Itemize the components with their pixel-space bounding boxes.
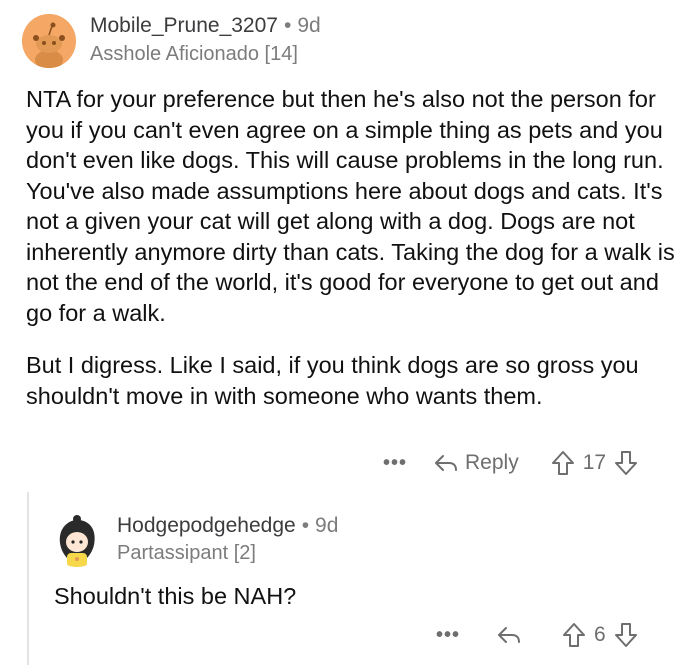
- comment-username[interactable]: Mobile_Prune_3207: [90, 14, 278, 37]
- thread-line[interactable]: [27, 492, 29, 665]
- comment-body: NTA for your preference but then he's al…: [26, 84, 681, 433]
- reply-user-avatar[interactable]: [50, 513, 104, 567]
- reply-user-flair: Partassipant [2]: [117, 542, 256, 564]
- user-flair: Asshole Aficionado [14]: [90, 43, 298, 65]
- upvote-arrow-icon[interactable]: [551, 450, 575, 476]
- reply-action-bar: ••• 6: [436, 620, 638, 650]
- reply-age: 9d: [315, 514, 339, 537]
- vote-count: 6: [594, 623, 606, 646]
- more-options-button[interactable]: •••: [383, 452, 407, 475]
- separator-dot: •: [283, 14, 292, 37]
- reply-label: Reply: [465, 451, 519, 474]
- reply-username[interactable]: Hodgepodgehedge: [117, 514, 296, 537]
- comment-action-bar: ••• Reply 17: [383, 448, 638, 478]
- comment-header: Mobile_Prune_3207 • 9d: [90, 14, 321, 38]
- reply-arrow-icon: [433, 453, 459, 473]
- more-options-button[interactable]: •••: [436, 624, 460, 647]
- reply-header: Hodgepodgehedge • 9d: [117, 514, 338, 538]
- downvote-arrow-icon[interactable]: [614, 622, 638, 648]
- upvote-arrow-icon[interactable]: [562, 622, 586, 648]
- vote-count: 17: [582, 451, 607, 474]
- user-avatar[interactable]: [22, 14, 76, 68]
- reply-body: Shouldn't this be NAH?: [54, 583, 297, 609]
- vote-controls: 17: [551, 450, 638, 476]
- reply-arrow-icon[interactable]: [496, 625, 522, 645]
- vote-controls: 6: [562, 622, 638, 648]
- comment-age: 9d: [297, 14, 321, 37]
- snoo-avatar-icon: [22, 14, 76, 68]
- comment-paragraph: NTA for your preference but then he's al…: [26, 86, 675, 326]
- snoo-avatar-icon: [50, 513, 104, 567]
- downvote-arrow-icon[interactable]: [614, 450, 638, 476]
- separator-dot: •: [301, 514, 310, 537]
- comment-paragraph: But I digress. Like I said, if you think…: [26, 352, 639, 409]
- reply-button[interactable]: Reply: [433, 451, 519, 475]
